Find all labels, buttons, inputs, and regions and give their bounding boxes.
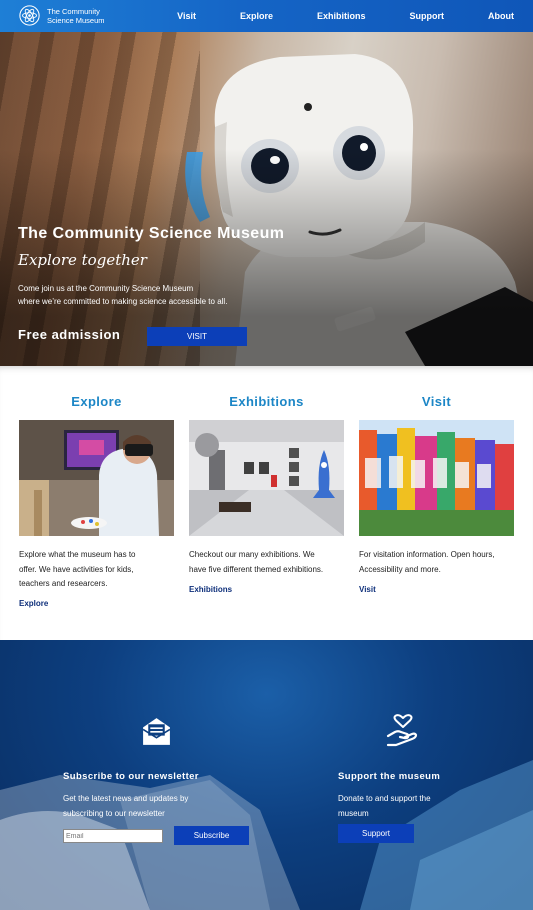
newsletter-text: Get the latest news and updates by subsc… xyxy=(63,792,233,821)
hero-description-line-2: where we’re committed to making science … xyxy=(18,297,228,306)
hero-description-line-1: Come join us at the Community Science Mu… xyxy=(18,284,194,293)
card-link-exhibitions[interactable]: Exhibitions xyxy=(189,585,232,594)
nav-link-support[interactable]: Support xyxy=(410,11,445,21)
support-text: Donate to and support the museum xyxy=(338,792,508,821)
card-image-visit xyxy=(359,420,514,536)
nav-link-visit[interactable]: Visit xyxy=(177,11,196,21)
subscribe-button[interactable]: Subscribe xyxy=(174,826,249,845)
feature-cards-section: Explore Explore what the museum has to o… xyxy=(0,366,533,640)
newsletter-heading: Subscribe to our newsletter xyxy=(63,771,199,782)
hero-section: The Community Science Museum Explore tog… xyxy=(0,32,533,366)
site-footer: Subscribe to our newsletter Get the late… xyxy=(0,640,533,910)
newsletter-text-line-1: Get the latest news and updates by xyxy=(63,794,189,803)
newsletter-text-line-2: subscribing to our newsletter xyxy=(63,808,165,818)
card-text-explore-line-2: offer. We have activities for kids, xyxy=(19,564,134,574)
hero-subtitle: Explore together xyxy=(18,251,147,269)
envelope-icon xyxy=(142,718,171,745)
hand-heart-icon xyxy=(386,714,418,747)
nav-link-explore[interactable]: Explore xyxy=(240,11,273,21)
card-text-visit-line-2: Accessibility and more. xyxy=(359,564,441,574)
card-heading-visit: Visit xyxy=(421,394,452,409)
card-image-explore xyxy=(19,420,174,536)
nav-link-exhibitions[interactable]: Exhibitions xyxy=(317,11,366,21)
card-text-explore-line-3: teachers and researcers. xyxy=(19,579,108,588)
support-button[interactable]: Support xyxy=(338,824,414,843)
hero-description: Come join us at the Community Science Mu… xyxy=(18,282,278,308)
support-text-line-2: museum xyxy=(338,808,369,818)
card-text-exhibitions-line-1: Checkout our many exhibitions. We xyxy=(189,550,315,559)
card-text-visit-line-1: For visitation information. Open hours, xyxy=(359,550,495,559)
support-text-line-1: Donate to and support the xyxy=(338,794,431,803)
card-link-visit[interactable]: Visit xyxy=(359,585,376,594)
support-heading: Support the museum xyxy=(338,771,441,782)
email-input[interactable] xyxy=(63,829,163,843)
card-text-exhibitions: Checkout our many exhibitions. We have f… xyxy=(189,548,349,577)
atom-logo-icon xyxy=(19,5,40,26)
card-text-explore-line-1: Explore what the museum has to xyxy=(19,550,136,559)
hero-overlay xyxy=(0,32,533,366)
nav-link-about[interactable]: About xyxy=(488,11,514,21)
card-text-visit: For visitation information. Open hours, … xyxy=(359,548,519,577)
hero-title: The Community Science Museum xyxy=(18,225,285,242)
visit-button[interactable]: VISIT xyxy=(147,327,247,346)
card-link-explore[interactable]: Explore xyxy=(19,599,48,608)
card-heading-exhibitions: Exhibitions xyxy=(229,394,304,409)
logo-text: The Community Science Museum xyxy=(47,7,105,25)
card-text-exhibitions-line-2: have five different themed exhibitions. xyxy=(189,564,324,574)
card-text-explore: Explore what the museum has to offer. We… xyxy=(19,548,179,592)
free-admission-label: Free admission xyxy=(18,327,121,342)
card-heading-explore: Explore xyxy=(71,394,122,409)
logo-line-1: The Community xyxy=(47,6,100,16)
main-nav: Visit Explore Exhibitions Support About xyxy=(177,0,514,32)
site-logo[interactable]: The Community Science Museum xyxy=(19,5,105,26)
logo-line-2: Science Museum xyxy=(47,15,105,25)
card-image-exhibitions xyxy=(189,420,344,536)
site-header: The Community Science Museum Visit Explo… xyxy=(0,0,533,32)
